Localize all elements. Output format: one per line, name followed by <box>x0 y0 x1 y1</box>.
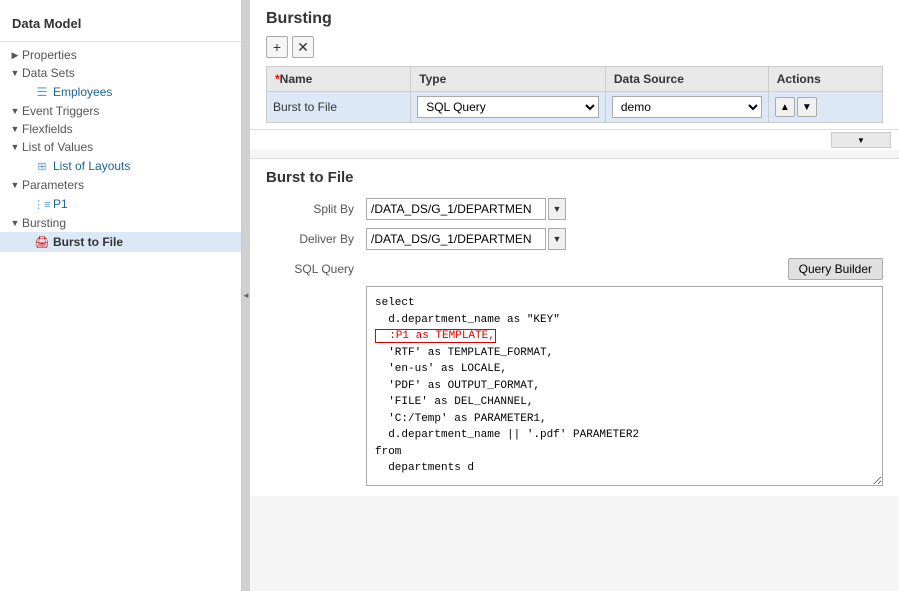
cell-actions: ▲ ▼ <box>768 92 882 123</box>
add-button[interactable]: + <box>266 36 288 58</box>
arrow-icon: ▼ <box>8 66 22 80</box>
param-icon: ⋮≡ <box>34 196 50 212</box>
sidebar-label-flexfields: Flexfields <box>22 122 73 136</box>
sidebar-item-list-of-values[interactable]: ▼ List of Values <box>0 138 241 156</box>
split-by-input[interactable] <box>366 198 546 220</box>
sidebar-item-parameters[interactable]: ▼ Parameters <box>0 176 241 194</box>
sidebar-label-employees: Employees <box>53 85 112 99</box>
sidebar-item-event-triggers[interactable]: ▼ Event Triggers <box>0 102 241 120</box>
cell-datasource: demo <box>605 92 768 123</box>
arrow-icon: ▶ <box>8 48 22 62</box>
sidebar-label-datasets: Data Sets <box>22 66 75 80</box>
query-builder-button[interactable]: Query Builder <box>788 258 883 280</box>
burst-to-file-panel: Burst to File Split By ▼ Deliver By ▼ S <box>250 158 899 496</box>
bursting-title: Bursting <box>266 10 883 28</box>
sql-line9: d.department_name || '.pdf' PARAMETER2 <box>375 429 639 441</box>
move-up-button[interactable]: ▲ <box>775 97 795 117</box>
move-down-button[interactable]: ▼ <box>797 97 817 117</box>
arrow-icon: ▼ <box>8 140 22 154</box>
sidebar-title: Data Model <box>0 8 241 42</box>
spacer <box>20 85 34 99</box>
sql-line2: d.department_name as "KEY" <box>375 314 560 326</box>
sql-query-row: SQL Query Query Builder select d.departm… <box>266 258 883 486</box>
sidebar-label-list-of-values: List of Values <box>22 140 93 154</box>
toolbar: + ✕ <box>266 36 883 58</box>
sql-line8: 'C:/Temp' as PARAMETER1, <box>375 413 547 425</box>
arrow-icon: ▼ <box>8 122 22 136</box>
sidebar-item-burst-to-file[interactable]: 🖨 Burst to File <box>0 232 241 252</box>
deliver-by-row: Deliver By ▼ <box>266 228 883 250</box>
sidebar-item-properties[interactable]: ▶ Properties <box>0 46 241 64</box>
sidebar-label-parameters: Parameters <box>22 178 84 192</box>
bursting-section: Bursting + ✕ *Name Type Data Source Acti… <box>250 0 899 130</box>
sql-right-panel: Query Builder select d.department_name a… <box>366 258 883 486</box>
sidebar-label-list-of-layouts: List of Layouts <box>53 159 130 173</box>
bursting-table: *Name Type Data Source Actions Burst to … <box>266 66 883 123</box>
split-by-row: Split By ▼ <box>266 198 883 220</box>
sql-line7: 'FILE' as DEL_CHANNEL, <box>375 396 533 408</box>
arrow-icon: ▼ <box>8 178 22 192</box>
sql-query-label: SQL Query <box>266 258 366 276</box>
arrow-icon: ▼ <box>8 216 22 230</box>
sidebar-item-bursting[interactable]: ▼ Bursting <box>0 214 241 232</box>
sql-line4: 'RTF' as TEMPLATE_FORMAT, <box>375 347 553 359</box>
cell-type: SQL Query <box>411 92 606 123</box>
sidebar-item-flexfields[interactable]: ▼ Flexfields <box>0 120 241 138</box>
sql-line6: 'PDF' as OUTPUT_FORMAT, <box>375 380 540 392</box>
split-by-dropdown[interactable]: ▼ <box>548 198 566 220</box>
scroll-indicator: ▼ <box>250 130 899 150</box>
main-content: Bursting + ✕ *Name Type Data Source Acti… <box>250 0 899 591</box>
sidebar: Data Model ▶ Properties ▼ Data Sets ☰ Em… <box>0 0 242 591</box>
cell-name: Burst to File <box>267 92 411 123</box>
sidebar-item-list-of-layouts[interactable]: ⊞ List of Layouts <box>0 156 241 176</box>
sql-line11: departments d <box>375 462 474 474</box>
layout-icon: ⊞ <box>34 158 50 174</box>
sql-line5: 'en-us' as LOCALE, <box>375 363 507 375</box>
spacer <box>20 159 34 173</box>
table-row: Burst to File SQL Query <box>267 92 883 123</box>
spacer <box>20 197 34 211</box>
sidebar-label-bursting: Bursting <box>22 216 66 230</box>
col-header-datasource: Data Source <box>605 67 768 92</box>
sidebar-label-burst-to-file: Burst to File <box>53 235 123 249</box>
split-by-label: Split By <box>266 202 366 216</box>
sidebar-label-properties: Properties <box>22 48 77 62</box>
sidebar-label-event-triggers: Event Triggers <box>22 104 99 118</box>
burst-to-file-title: Burst to File <box>266 169 883 186</box>
sql-line3-highlighted: :P1 as TEMPLATE, <box>375 329 496 343</box>
sql-line10: from <box>375 446 401 458</box>
deliver-by-label: Deliver By <box>266 232 366 246</box>
scroll-button[interactable]: ▼ <box>831 132 891 148</box>
row-name-value: Burst to File <box>273 100 337 114</box>
dataset-icon: ☰ <box>34 84 50 100</box>
deliver-by-dropdown[interactable]: ▼ <box>548 228 566 250</box>
sidebar-item-employees[interactable]: ☰ Employees <box>0 82 241 102</box>
deliver-by-input[interactable] <box>366 228 546 250</box>
datasource-select[interactable]: demo <box>612 96 762 118</box>
sidebar-label-p1: P1 <box>53 197 68 211</box>
delete-button[interactable]: ✕ <box>292 36 314 58</box>
type-select[interactable]: SQL Query <box>417 96 599 118</box>
sidebar-collapse-handle[interactable] <box>242 0 250 591</box>
sidebar-item-datasets[interactable]: ▼ Data Sets <box>0 64 241 82</box>
sql-editor[interactable]: select d.department_name as "KEY" :P1 as… <box>366 286 883 486</box>
col-header-type: Type <box>411 67 606 92</box>
arrow-icon: ▼ <box>8 104 22 118</box>
sidebar-item-p1[interactable]: ⋮≡ P1 <box>0 194 241 214</box>
sql-line1: select <box>375 297 415 309</box>
burst-icon: 🖨 <box>34 234 50 250</box>
col-header-name: *Name <box>267 67 411 92</box>
spacer <box>20 235 34 249</box>
col-header-actions: Actions <box>768 67 882 92</box>
